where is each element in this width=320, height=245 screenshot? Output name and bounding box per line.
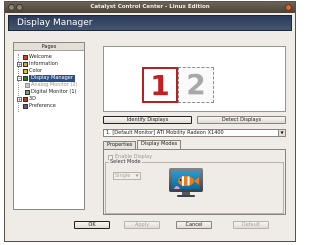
monitor-1-tile[interactable]: 1 <box>142 67 178 103</box>
clownfish-icon <box>174 176 199 189</box>
monitor-2-tile[interactable]: 2 <box>178 67 214 103</box>
page-header: Display Manager <box>8 15 292 31</box>
apply-button[interactable]: Apply <box>124 221 160 229</box>
display-select-value: 1. [Default Monitor] ATI Mobility Radeon… <box>106 130 224 136</box>
title-bar[interactable]: Catalyst Control Center - Linux Edition <box>5 2 295 13</box>
ok-button[interactable]: OK <box>74 221 110 229</box>
expand-plus-icon[interactable]: + <box>17 62 22 67</box>
monitor-icon <box>25 90 30 95</box>
default-button[interactable]: Default <box>233 221 269 229</box>
display-select[interactable]: 1. [Default Monitor] ATI Mobility Radeon… <box>103 129 286 137</box>
tree-item-label: 3D <box>29 96 37 102</box>
display-arrangement-panel: 1 2 <box>103 46 286 112</box>
detect-displays-button[interactable]: Detect Displays <box>197 116 286 124</box>
tree-item-label: Welcome <box>29 54 52 60</box>
mode-select-value: Single <box>115 173 131 179</box>
monitor-preview-icon <box>169 168 203 192</box>
tree-item-label: Information <box>29 61 58 67</box>
pages-tree[interactable]: Pages Welcome + Information Color − Disp… <box>13 42 85 210</box>
tree-item-display-manager[interactable]: − Display Manager <box>17 75 75 82</box>
expand-plus-icon[interactable]: + <box>17 97 22 102</box>
page-title: Display Manager <box>17 18 93 28</box>
tree-item-label: Preference <box>29 103 56 109</box>
tree-item-label: Display Manager <box>29 75 75 82</box>
monitor-1-number: 1 <box>150 69 170 102</box>
pages-heading: Pages <box>14 43 84 51</box>
preference-icon <box>23 104 28 109</box>
tab-properties[interactable]: Properties <box>103 141 137 149</box>
identify-displays-button[interactable]: Identify Displays <box>103 116 192 124</box>
collapse-minus-icon[interactable]: − <box>17 76 22 81</box>
display-modes-panel: Enable Display Select Mode Single ▼ <box>103 149 286 215</box>
tree-item-3d[interactable]: + 3D <box>17 96 36 103</box>
monitor-2-number: 2 <box>186 68 206 101</box>
welcome-icon <box>23 55 28 60</box>
select-mode-label: Select Mode <box>109 159 142 165</box>
tree-item-label: Analog Monitor (2) <box>31 82 78 88</box>
mode-select[interactable]: Single ▼ <box>113 172 141 180</box>
display-manager-icon <box>23 76 28 81</box>
monitor-base <box>177 195 195 197</box>
mode-preview <box>169 168 203 198</box>
window-title: Catalyst Control Center - Linux Edition <box>90 4 210 10</box>
tree-item-preference[interactable]: Preference <box>17 103 56 110</box>
tree-item-label: Color <box>29 68 43 74</box>
tree-item-information[interactable]: + Information <box>17 61 58 68</box>
monitor-icon <box>25 83 30 88</box>
tree-item-welcome[interactable]: Welcome <box>17 54 52 61</box>
tree-item-digital-monitor[interactable]: Digital Monitor (1) <box>25 89 76 96</box>
3d-icon <box>23 97 28 102</box>
information-icon <box>23 62 28 67</box>
tree-item-analog-monitor[interactable]: Analog Monitor (2) <box>25 82 78 89</box>
tree-item-color[interactable]: Color <box>17 68 42 75</box>
dropdown-arrow-icon[interactable]: ▼ <box>134 173 140 179</box>
select-mode-group: Select Mode Single ▼ <box>105 159 284 214</box>
tree-item-label: Digital Monitor (1) <box>31 89 77 95</box>
tab-display-modes[interactable]: Display Modes <box>137 140 182 149</box>
cancel-button[interactable]: Cancel <box>176 221 212 229</box>
dropdown-arrow-icon[interactable]: ▼ <box>278 130 285 136</box>
color-icon <box>23 69 28 74</box>
close-icon[interactable] <box>285 4 292 11</box>
preview-screen <box>172 171 200 189</box>
